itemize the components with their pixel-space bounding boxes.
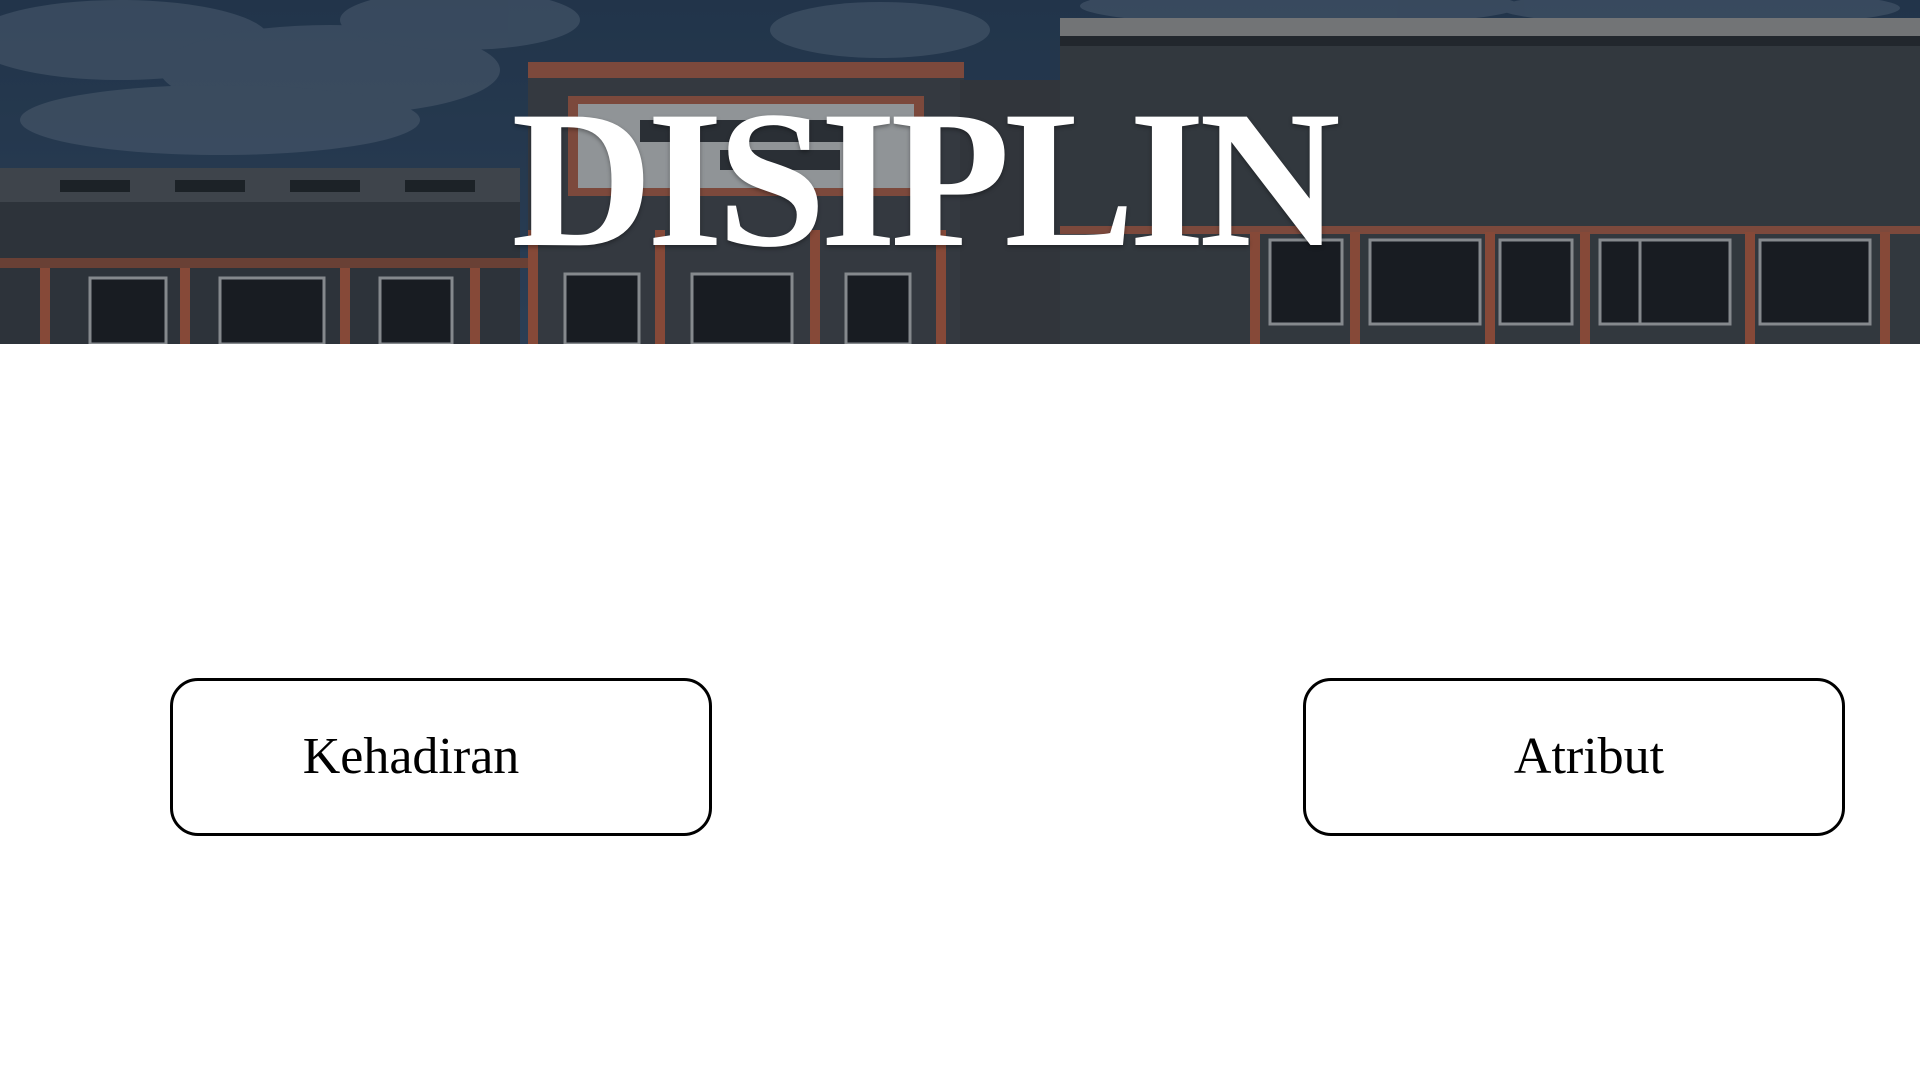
kehadiran-button-label: Kehadiran	[302, 728, 520, 785]
header-banner: DISIPLIN	[0, 0, 1920, 344]
kehadiran-button[interactable]: Kehadiran	[170, 678, 712, 836]
atribut-button[interactable]: Atribut	[1303, 678, 1845, 836]
page: DISIPLIN Kehadiran Atribut	[0, 0, 1920, 1080]
page-title: DISIPLIN	[511, 71, 1340, 288]
atribut-button-label: Atribut	[1513, 728, 1665, 785]
